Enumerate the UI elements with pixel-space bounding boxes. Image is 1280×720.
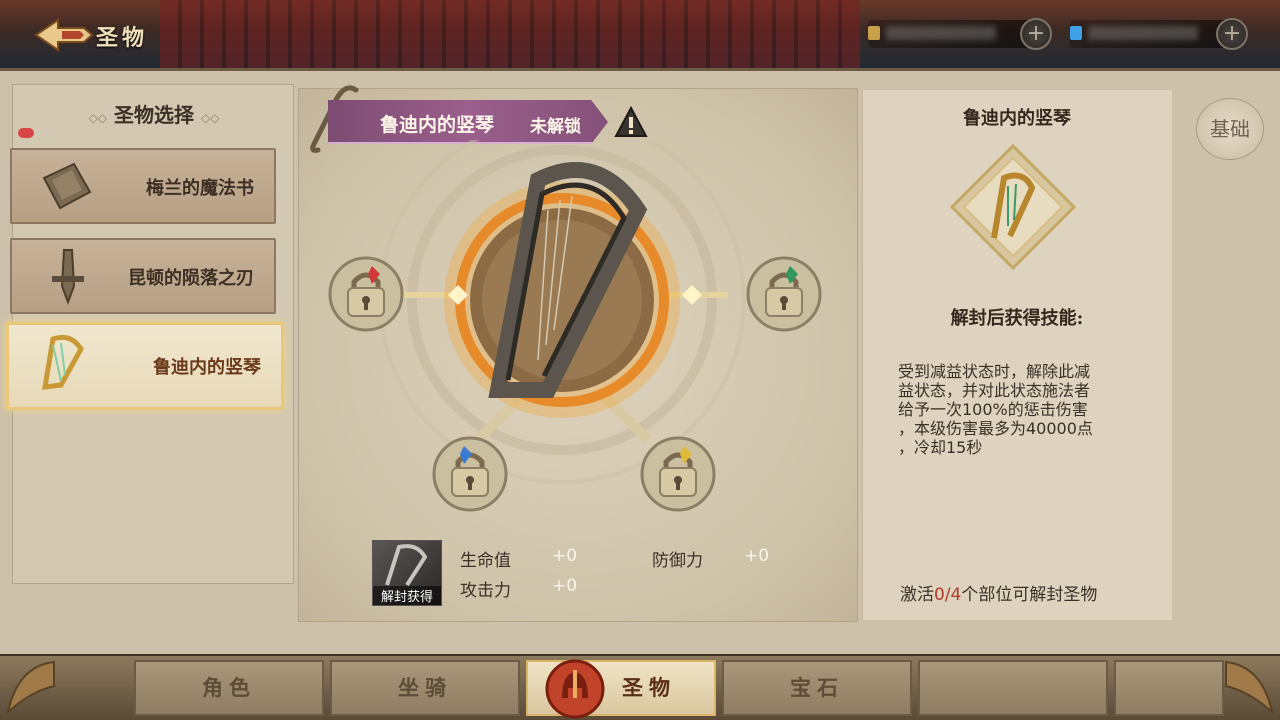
notification-dot — [18, 128, 34, 138]
slot-lock-green[interactable] — [744, 254, 824, 334]
slot-lock-red[interactable] — [326, 254, 406, 334]
harp-icon — [385, 544, 428, 587]
page-title: 圣物 — [96, 25, 149, 51]
relic-item-magic-book[interactable]: 梅兰的魔法书 — [10, 148, 276, 224]
skill-description: 受到减益状态时，解除此减 益状态，并对此状态施法者 给予一次100%的惩击伤害 … — [898, 362, 1093, 457]
unlock-progress: 激活0/4个部位可解封圣物 — [900, 585, 1098, 605]
relic-name: 鲁迪内的竖琴 — [380, 114, 495, 136]
magic-book-icon — [42, 162, 92, 210]
currency-gem — [1070, 20, 1240, 48]
add-gem-button[interactable]: + — [1216, 18, 1248, 50]
relic-status: 未解锁 — [530, 117, 581, 137]
harp-icon — [41, 334, 84, 390]
stat-label-hp: 生命值 — [460, 551, 511, 571]
relic-emblem — [378, 140, 746, 484]
relic-info-title: 鲁迪内的竖琴 — [963, 108, 1071, 129]
tab-character[interactable]: 角色 — [134, 660, 324, 716]
lock-icon — [640, 436, 716, 512]
gem-icon — [1070, 26, 1082, 40]
relic-thumbnail[interactable]: 解封获得 — [372, 540, 442, 606]
ornament-icon: ◇◇ — [200, 111, 220, 125]
slot-lock-yellow[interactable] — [638, 434, 718, 514]
progress-count: 0/4 — [934, 585, 962, 605]
wing-ornament-icon — [1225, 660, 1274, 715]
arrow-left-icon — [34, 18, 94, 52]
fallen-blade-icon — [52, 249, 84, 305]
lock-icon — [432, 436, 508, 512]
relic-item-harp[interactable]: 鲁迪内的竖琴 — [6, 322, 284, 410]
helmet-icon — [545, 659, 605, 719]
lock-icon — [328, 256, 404, 332]
stat-value-hp: +0 — [552, 546, 578, 566]
add-gold-button[interactable]: + — [1020, 18, 1052, 50]
slot-lock-blue[interactable] — [430, 434, 510, 514]
wing-ornament-icon — [6, 660, 55, 715]
warning-icon[interactable] — [614, 106, 648, 138]
background-scene — [160, 0, 860, 72]
lock-icon — [746, 256, 822, 332]
stat-value-attack: +0 — [552, 576, 578, 596]
stat-label-attack: 攻击力 — [460, 581, 511, 601]
stat-label-defense: 防御力 — [652, 551, 703, 571]
tab-empty-2[interactable] — [1114, 660, 1224, 716]
currency-gold — [868, 20, 1038, 48]
back-button[interactable] — [34, 18, 94, 52]
gold-icon — [868, 26, 880, 40]
tab-basic[interactable]: 基础 — [1196, 98, 1264, 160]
ornament-icon: ◇◇ — [88, 111, 108, 125]
harp-icon — [949, 143, 1077, 271]
skill-heading: 解封后获得技能: — [950, 308, 1084, 329]
relic-item-fallen-blade[interactable]: 昆顿的陨落之刃 — [10, 238, 276, 314]
stat-value-defense: +0 — [744, 546, 770, 566]
tab-mount[interactable]: 坐骑 — [330, 660, 520, 716]
tab-gem[interactable]: 宝石 — [722, 660, 912, 716]
relic-list-title: 圣物选择 — [114, 103, 194, 127]
tab-empty-1[interactable] — [918, 660, 1108, 716]
